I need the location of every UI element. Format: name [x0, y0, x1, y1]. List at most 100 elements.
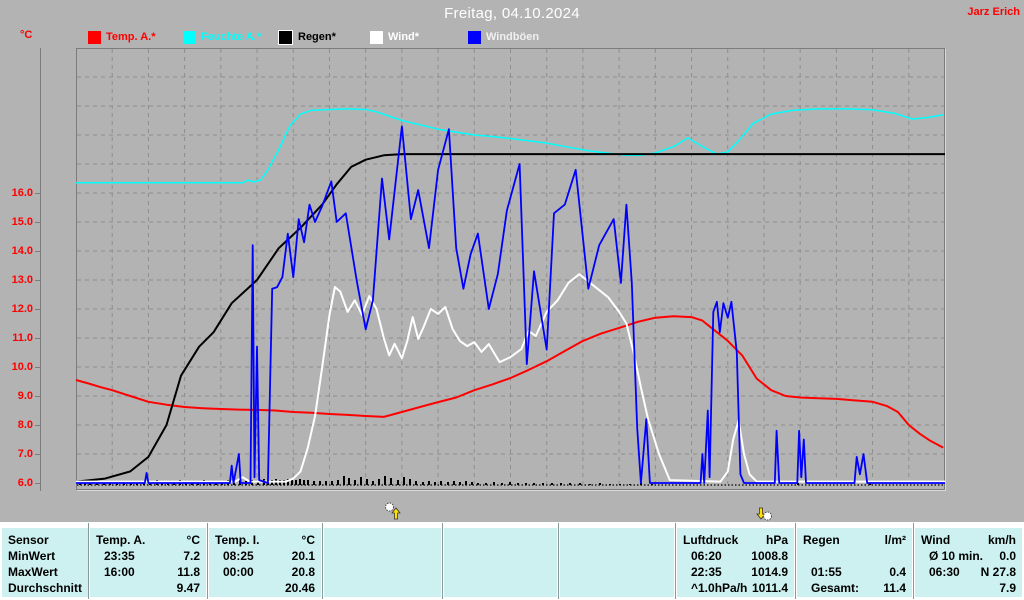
table-cell-left: [330, 580, 338, 596]
table-row: ^1.0hPa/h 1011.4: [677, 580, 794, 596]
table-cell-left: 08:25: [223, 549, 254, 563]
table-column-temp-i-: Temp. I. °C 08:25 20.1 00:00 20.8 20.46: [209, 528, 321, 597]
rain-interval-bar: [384, 476, 386, 485]
table-cell-left: [96, 580, 104, 596]
table-header-row: Wind km/h: [915, 532, 1022, 548]
table-header-row: Luftdruck hPa: [677, 532, 794, 548]
rain-interval-bar: [651, 484, 653, 485]
rain-interval-bar: [428, 481, 430, 485]
table-cell-left: [566, 548, 574, 564]
table-row: 06:20 1008.8: [677, 548, 794, 564]
rain-interval-bar: [485, 483, 487, 485]
table-cell-left: [450, 564, 458, 580]
table-column-empty-4: [444, 528, 557, 597]
table-row: MaxWert: [2, 564, 88, 580]
table-column-wind: Wind km/h Ø 10 min. 0.0 06:30 N 27.8 7.9: [915, 528, 1022, 597]
table-cell-value: 7.9: [999, 581, 1016, 595]
weather-app-window: Freitag, 04.10.2024 Jarz Erich °C Temp. …: [0, 0, 1024, 600]
rain-interval-bar: [313, 481, 315, 485]
table-cell-value: 0.0: [999, 549, 1016, 563]
rain-interval-bar: [390, 478, 392, 485]
table-column-separator: [322, 523, 323, 599]
rain-interval-bar: [609, 484, 611, 485]
rain-interval-bar: [579, 483, 581, 485]
table-row: 20.46: [209, 580, 321, 596]
table-cell-left: 00:00: [223, 565, 254, 579]
rain-interval-bar: [299, 479, 301, 485]
table-row: [560, 564, 674, 580]
table-column-separator: [675, 523, 676, 599]
table-column-separator: [913, 523, 914, 599]
table-cell-value: °C: [301, 533, 315, 547]
table-cell-value: 0.4: [889, 565, 906, 579]
rain-interval-bar: [409, 479, 411, 485]
weather-chart: [75, 49, 945, 486]
rain-interval-bar: [366, 479, 368, 485]
table-cell-left: Luftdruck: [683, 533, 739, 547]
rain-interval-bar: [325, 481, 327, 485]
sunrise-icon: [385, 502, 401, 520]
table-row: [324, 548, 441, 564]
table-header-row: [560, 532, 674, 548]
table-column-regen: Regen l/m² 01:55 0.4 Gesamt: 11.4: [797, 528, 912, 597]
table-cell-left: 06:30: [929, 565, 960, 579]
table-cell-left: [450, 548, 458, 564]
table-cell-left: Wind: [921, 533, 951, 547]
table-row: MinWert: [2, 548, 88, 564]
table-cell-left: Temp. A.: [96, 533, 146, 547]
table-cell-value: 20.1: [291, 549, 315, 563]
table-header-row: Temp. I. °C: [209, 532, 321, 548]
table-cell-value: 20.8: [291, 565, 315, 579]
table-cell-value: l/m²: [884, 533, 906, 547]
table-row: 16:00 11.8: [90, 564, 206, 580]
table-cell-left: [450, 580, 458, 596]
table-row: Durchschnitt: [2, 580, 88, 596]
rain-interval-bar: [348, 478, 350, 485]
rain-interval-bar: [331, 481, 333, 485]
table-column-luftdruck: Luftdruck hPa 06:20 1008.8 22:35 1014.9 ^1.0hP…: [677, 528, 794, 597]
rain-interval-bar: [465, 481, 467, 485]
rain-interval-bar: [509, 482, 511, 485]
table-cell-left: MinWert: [8, 549, 56, 563]
table-cell-left: [215, 580, 223, 596]
table-column-empty-5: [560, 528, 674, 597]
table-cell-value: 1011.4: [751, 581, 788, 595]
table-cell-left: Regen: [803, 533, 840, 547]
table-cell-left: [803, 548, 811, 564]
rain-interval-bar: [434, 482, 436, 485]
rain-interval-bar: [453, 481, 455, 485]
table-cell-left: [330, 548, 338, 564]
table-cell-value: N 27.8: [980, 565, 1016, 579]
table-cell-value: km/h: [987, 533, 1016, 547]
table-row: 23:35 7.2: [90, 548, 206, 564]
table-row: 22:35 1014.9: [677, 564, 794, 580]
table-row: [560, 548, 674, 564]
table-header-row: Regen l/m²: [797, 532, 912, 548]
rain-interval-bar: [291, 480, 293, 485]
rain-interval-bar: [493, 482, 495, 485]
rain-interval-bar: [525, 483, 527, 485]
table-cell-left: [566, 580, 574, 596]
table-cell-left: Ø 10 min.: [929, 549, 984, 563]
table-column-separator: [442, 523, 443, 599]
rain-interval-bar: [354, 480, 356, 485]
table-cell-left: 22:35: [691, 565, 722, 579]
table-column-row-labels: Sensor MinWert MaxWert Durchschnitt: [2, 528, 88, 597]
table-cell-left: [566, 564, 574, 580]
table-cell-value: 1008.8: [751, 549, 788, 563]
table-row: [560, 580, 674, 596]
rain-interval-bar: [372, 481, 374, 485]
table-cell-left: 16:00: [104, 565, 135, 579]
table-column-separator: [558, 523, 559, 599]
rain-interval-bar: [337, 480, 339, 485]
table-row: [324, 564, 441, 580]
table-cell-value: 20.46: [284, 581, 315, 595]
sunset-icon: [756, 507, 772, 521]
rain-interval-bar: [440, 481, 442, 485]
rain-interval-bar: [619, 484, 621, 485]
rain-interval-bar: [360, 477, 362, 485]
rain-interval-bar: [569, 483, 571, 485]
table-header-row: [444, 532, 557, 548]
table-cell-left: ^1.0hPa/h: [691, 581, 748, 595]
table-row: 08:25 20.1: [209, 548, 321, 564]
